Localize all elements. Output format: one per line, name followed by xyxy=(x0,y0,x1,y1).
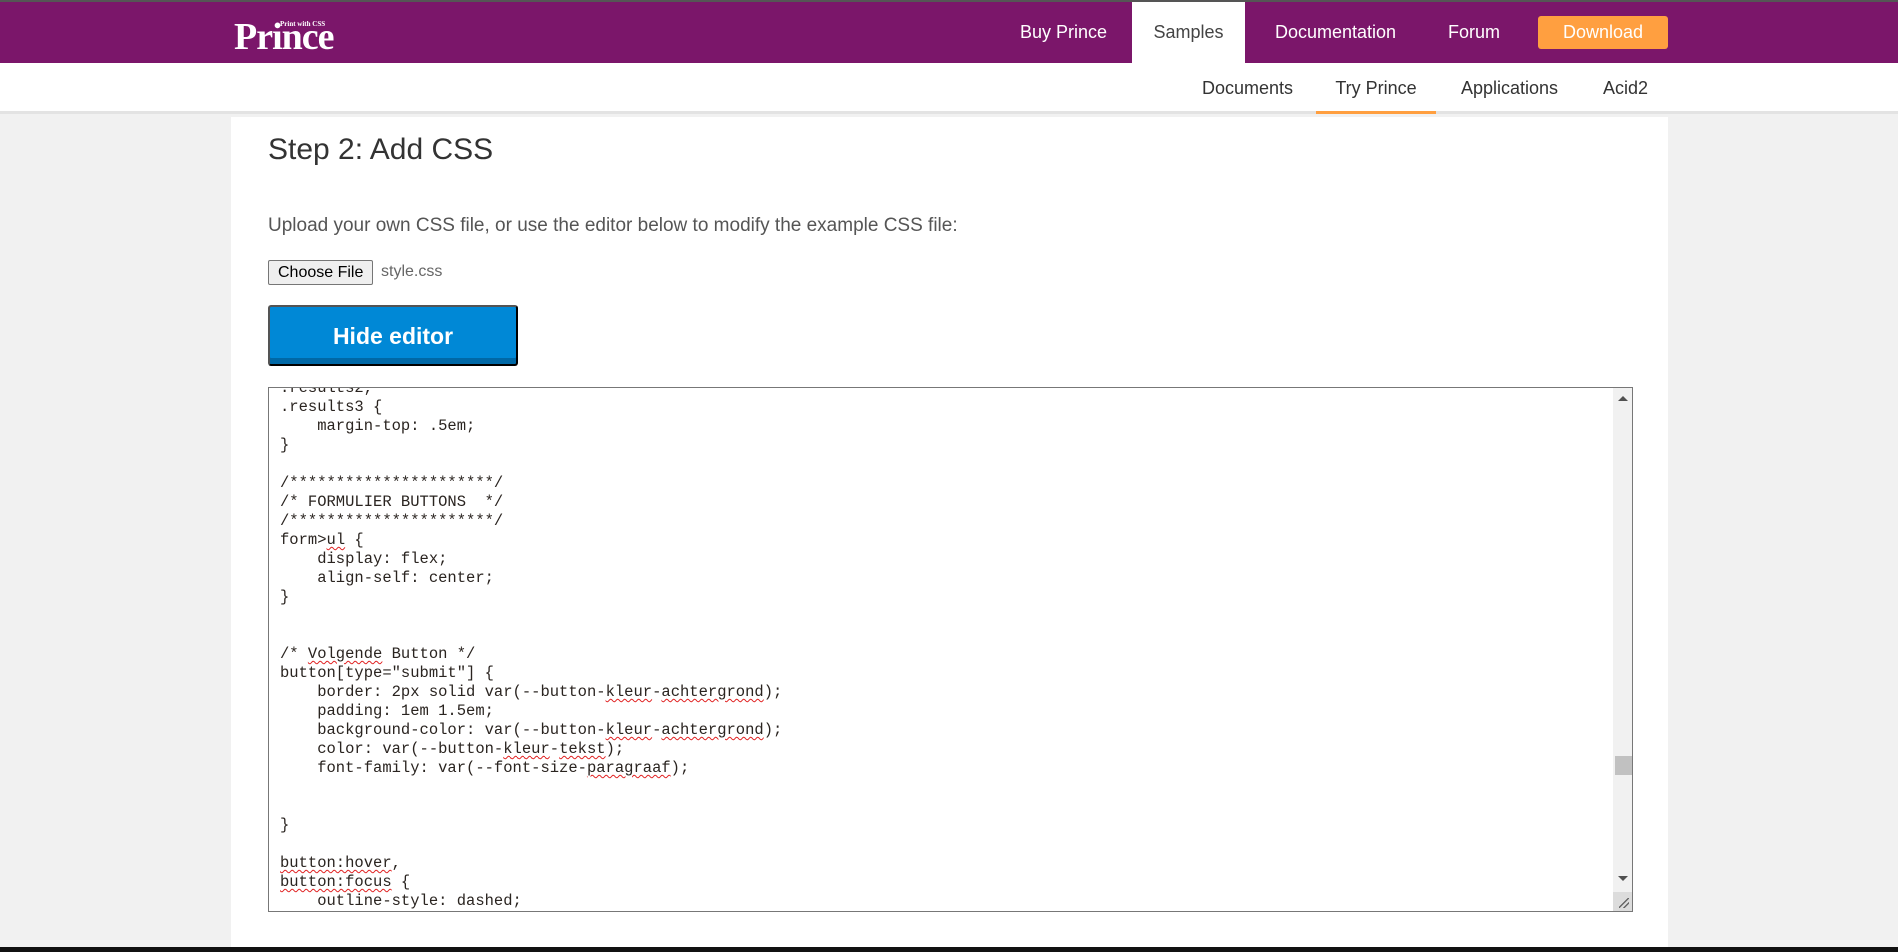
sub-nav: Documents Try Prince Applications Acid2 xyxy=(0,63,1898,114)
subnav-applications[interactable]: Applications xyxy=(1439,63,1580,114)
code-line: } xyxy=(280,436,290,454)
window-bottom-edge xyxy=(0,947,1898,952)
misspelled-word: paragraaf xyxy=(586,759,671,777)
resize-handle-icon[interactable] xyxy=(1613,892,1632,911)
code-line: .results2, xyxy=(280,387,374,397)
subnav-documents[interactable]: Documents xyxy=(1180,63,1315,114)
misspelled-word: kleur xyxy=(605,683,653,701)
code-line: color: var(--button-kleur-tekst); xyxy=(280,740,625,758)
page-title: Step 2: Add CSS xyxy=(268,133,494,166)
misspelled-word: ul xyxy=(326,531,346,549)
code-line: form>ul { xyxy=(280,531,364,549)
misspelled-word: button:focus xyxy=(280,873,392,891)
code-line: } xyxy=(280,816,290,834)
code-line: margin-top: .5em; xyxy=(280,417,476,435)
code-line: /* Volgende Button */ xyxy=(280,645,476,663)
intro-text: Upload your own CSS file, or use the edi… xyxy=(268,215,958,236)
scrollbar-thumb[interactable] xyxy=(1615,755,1632,775)
prince-logo[interactable]: Prince Print with CSS xyxy=(234,15,335,59)
selected-file-name: style.css xyxy=(381,263,443,280)
code-line: background-color: var(--button-kleur-ach… xyxy=(280,721,783,739)
css-editor-textarea[interactable]: .results2, .results3 { margin-top: .5em;}… xyxy=(268,387,1633,912)
misspelled-word: button:hover xyxy=(280,854,392,872)
code-line: padding: 1em 1.5em; xyxy=(280,702,494,720)
download-button[interactable]: Download xyxy=(1538,16,1668,49)
code-line: /**********************/ xyxy=(280,474,504,492)
code-line: display: flex; xyxy=(280,550,448,568)
subnav-try-prince[interactable]: Try Prince xyxy=(1316,63,1436,114)
code-line: outline-style: dashed; xyxy=(280,892,522,910)
code-line: button:hover, xyxy=(280,854,401,872)
editor-scrollbar[interactable] xyxy=(1613,388,1632,911)
code-line: button:focus { xyxy=(280,873,411,891)
subnav-acid2[interactable]: Acid2 xyxy=(1581,63,1670,114)
choose-file-button[interactable]: Choose File xyxy=(268,260,374,285)
misspelled-word: tekst xyxy=(559,740,606,758)
code-line: } xyxy=(280,588,290,606)
code-line: border: 2px solid var(--button-kleur-ach… xyxy=(280,683,783,701)
code-line: button[type="submit"] { xyxy=(280,664,494,682)
misspelled-word: Volgende xyxy=(307,645,383,663)
code-line: /* FORMULIER BUTTONS */ xyxy=(280,493,504,511)
misspelled-word: achtergrond xyxy=(661,721,764,739)
nav-forum[interactable]: Forum xyxy=(1426,2,1522,63)
misspelled-word: kleur xyxy=(605,721,653,739)
misspelled-word: achtergrond xyxy=(661,683,764,701)
code-line: font-family: var(--font-size-paragraaf); xyxy=(280,759,690,777)
top-nav: Prince Print with CSS Buy Prince Samples… xyxy=(0,2,1898,63)
misspelled-word: kleur xyxy=(503,740,550,758)
nav-documentation[interactable]: Documentation xyxy=(1253,2,1418,63)
nav-buy-prince[interactable]: Buy Prince xyxy=(998,2,1129,63)
css-code[interactable]: .results2, .results3 { margin-top: .5em;}… xyxy=(280,387,783,911)
main-content: Step 2: Add CSS Upload your own CSS file… xyxy=(231,117,1668,950)
scroll-up-arrow-icon[interactable] xyxy=(1618,396,1628,401)
code-line: align-self: center; xyxy=(280,569,494,587)
scroll-down-arrow-icon[interactable] xyxy=(1618,876,1628,881)
nav-samples[interactable]: Samples xyxy=(1132,2,1245,63)
logo-tagline: Print with CSS xyxy=(280,20,326,28)
hide-editor-button[interactable]: Hide editor xyxy=(268,305,518,366)
code-line: .results3 { xyxy=(280,398,383,416)
code-line: /**********************/ xyxy=(280,512,504,530)
